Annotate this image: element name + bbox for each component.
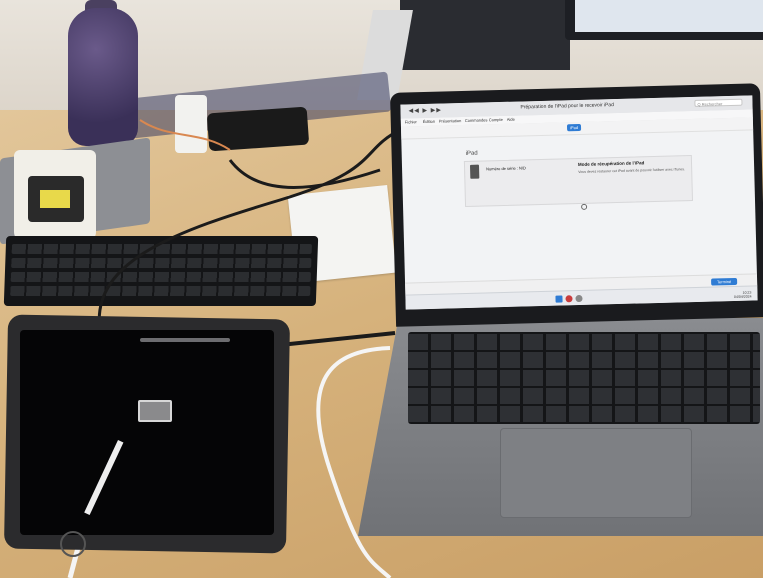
menu-account[interactable]: Compte	[489, 117, 503, 122]
ipad-thumbnail-icon	[469, 164, 480, 179]
menu-edit[interactable]: Édition	[423, 119, 435, 124]
itunes-app-icon[interactable]	[565, 295, 573, 303]
ipad-restore-url	[140, 338, 230, 342]
usb-c-cable	[279, 331, 396, 347]
playback-controls[interactable]: ◀◀ ▶ ▶▶	[408, 107, 442, 115]
laptop-keyboard	[408, 332, 760, 424]
menu-file[interactable]: Fichier	[405, 119, 417, 124]
serial-number: Numéro de série : N/D	[486, 165, 526, 172]
device-heading: iPad	[465, 150, 478, 157]
laptop-screen: ◀◀ ▶ ▶▶ Préparation de l'iPad pour le re…	[400, 95, 758, 310]
clock-date: 04/04/2024	[733, 294, 752, 299]
orange-cable	[139, 119, 231, 151]
chrome-app-icon[interactable]	[575, 294, 583, 303]
menu-view[interactable]: Présentation	[439, 118, 462, 124]
black-cable	[97, 128, 401, 331]
loading-cursor-icon	[581, 203, 588, 210]
search-input[interactable]: Q Rechercher	[694, 98, 743, 107]
laptop-trackpad	[500, 428, 692, 518]
done-button[interactable]: Terminé	[711, 277, 738, 286]
ipad-screen	[20, 330, 274, 535]
computer-icon	[138, 400, 172, 422]
home-button	[60, 531, 86, 557]
device-button[interactable]: iPad	[566, 123, 582, 132]
menu-help[interactable]: Aide	[507, 117, 515, 122]
windows-start-icon[interactable]	[555, 295, 563, 303]
menu-controls[interactable]: Commandes	[465, 117, 488, 123]
system-clock: 10:23 04/04/2024	[734, 291, 752, 299]
photo-scene: ◀◀ ▶ ▶▶ Préparation de l'iPad pour le re…	[0, 0, 763, 578]
